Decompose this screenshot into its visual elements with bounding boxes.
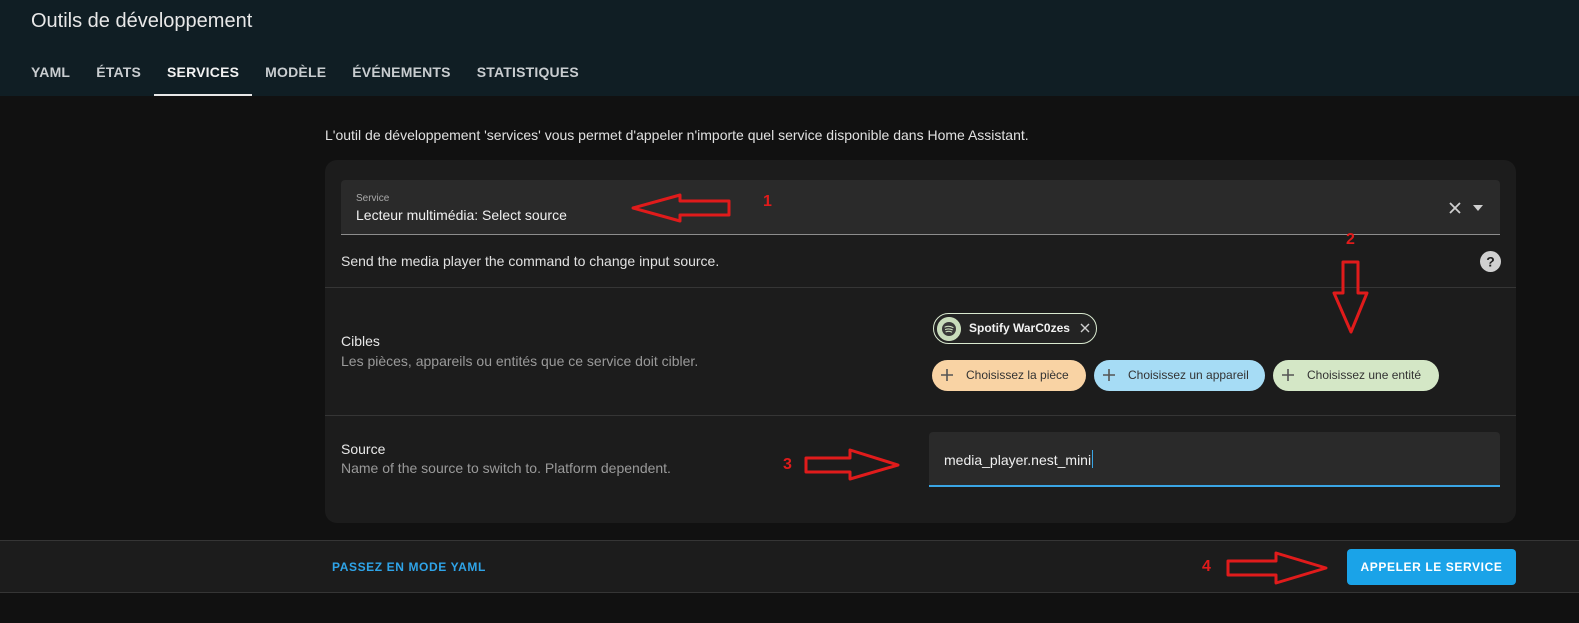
service-field-label: Service [356,193,390,204]
tab-template[interactable]: MODÈLE [252,52,339,96]
service-description: Send the media player the command to cha… [341,253,720,269]
service-picker[interactable]: Service Lecteur multimédia: Select sourc… [341,180,1500,235]
annotation-number-1: 1 [763,193,772,210]
tab-yaml[interactable]: YAML [18,52,83,96]
tab-events[interactable]: ÉVÉNEMENTS [339,52,463,96]
plus-icon [941,369,953,381]
choose-entity-label: Choisissez une entité [1307,368,1422,382]
choose-area-label: Choisissez la pièce [966,368,1069,382]
choose-device-button[interactable]: Choisissez un appareil [1094,360,1265,391]
selected-entity-chip[interactable]: Spotify WarC0zes [933,313,1097,344]
tab-statistics[interactable]: STATISTIQUES [464,52,592,96]
plus-icon [1103,369,1115,381]
help-icon[interactable]: ? [1480,251,1501,272]
remove-chip-icon[interactable] [1080,323,1090,333]
divider [325,287,1516,288]
tab-bar: YAML ÉTATS SERVICES MODÈLE ÉVÉNEMENTS ST… [18,52,592,96]
chevron-down-icon[interactable] [1472,202,1484,214]
choose-area-button[interactable]: Choisissez la pièce [932,360,1086,391]
choose-entity-button[interactable]: Choisissez une entité [1273,360,1439,391]
app-header: Outils de développement YAML ÉTATS SERVI… [0,0,1579,96]
close-icon[interactable] [1447,200,1463,216]
page-title: Outils de développement [31,10,253,32]
tab-services[interactable]: SERVICES [154,52,253,96]
svg-text:?: ? [1486,254,1495,270]
text-caret [1092,450,1093,468]
annotation-number-2: 2 [1346,231,1355,248]
call-service-button[interactable]: APPELER LE SERVICE [1347,549,1516,585]
service-card: Service Lecteur multimédia: Select sourc… [325,160,1516,523]
source-description: Name of the source to switch to. Platfor… [341,460,671,476]
targets-description: Les pièces, appareils ou entités que ce … [341,353,699,369]
annotation-number-3: 3 [783,456,792,473]
tab-states[interactable]: ÉTATS [83,52,154,96]
targets-title: Cibles [341,333,380,349]
selected-entity-label: Spotify WarC0zes [969,321,1070,335]
plus-icon [1282,369,1294,381]
spotify-icon [937,317,961,341]
source-input-value: media_player.nest_mini [944,452,1092,468]
annotation-number-4: 4 [1202,558,1211,575]
yaml-mode-button[interactable]: PASSEZ EN MODE YAML [332,560,486,574]
choose-device-label: Choisissez un appareil [1128,368,1249,382]
service-field-value: Lecteur multimédia: Select source [356,207,567,223]
source-title: Source [341,441,386,457]
footer-bar: PASSEZ EN MODE YAML APPELER LE SERVICE [0,540,1579,593]
divider [325,415,1516,416]
source-input[interactable]: media_player.nest_mini [929,432,1500,487]
intro-text: L'outil de développement 'services' vous… [325,127,1029,143]
